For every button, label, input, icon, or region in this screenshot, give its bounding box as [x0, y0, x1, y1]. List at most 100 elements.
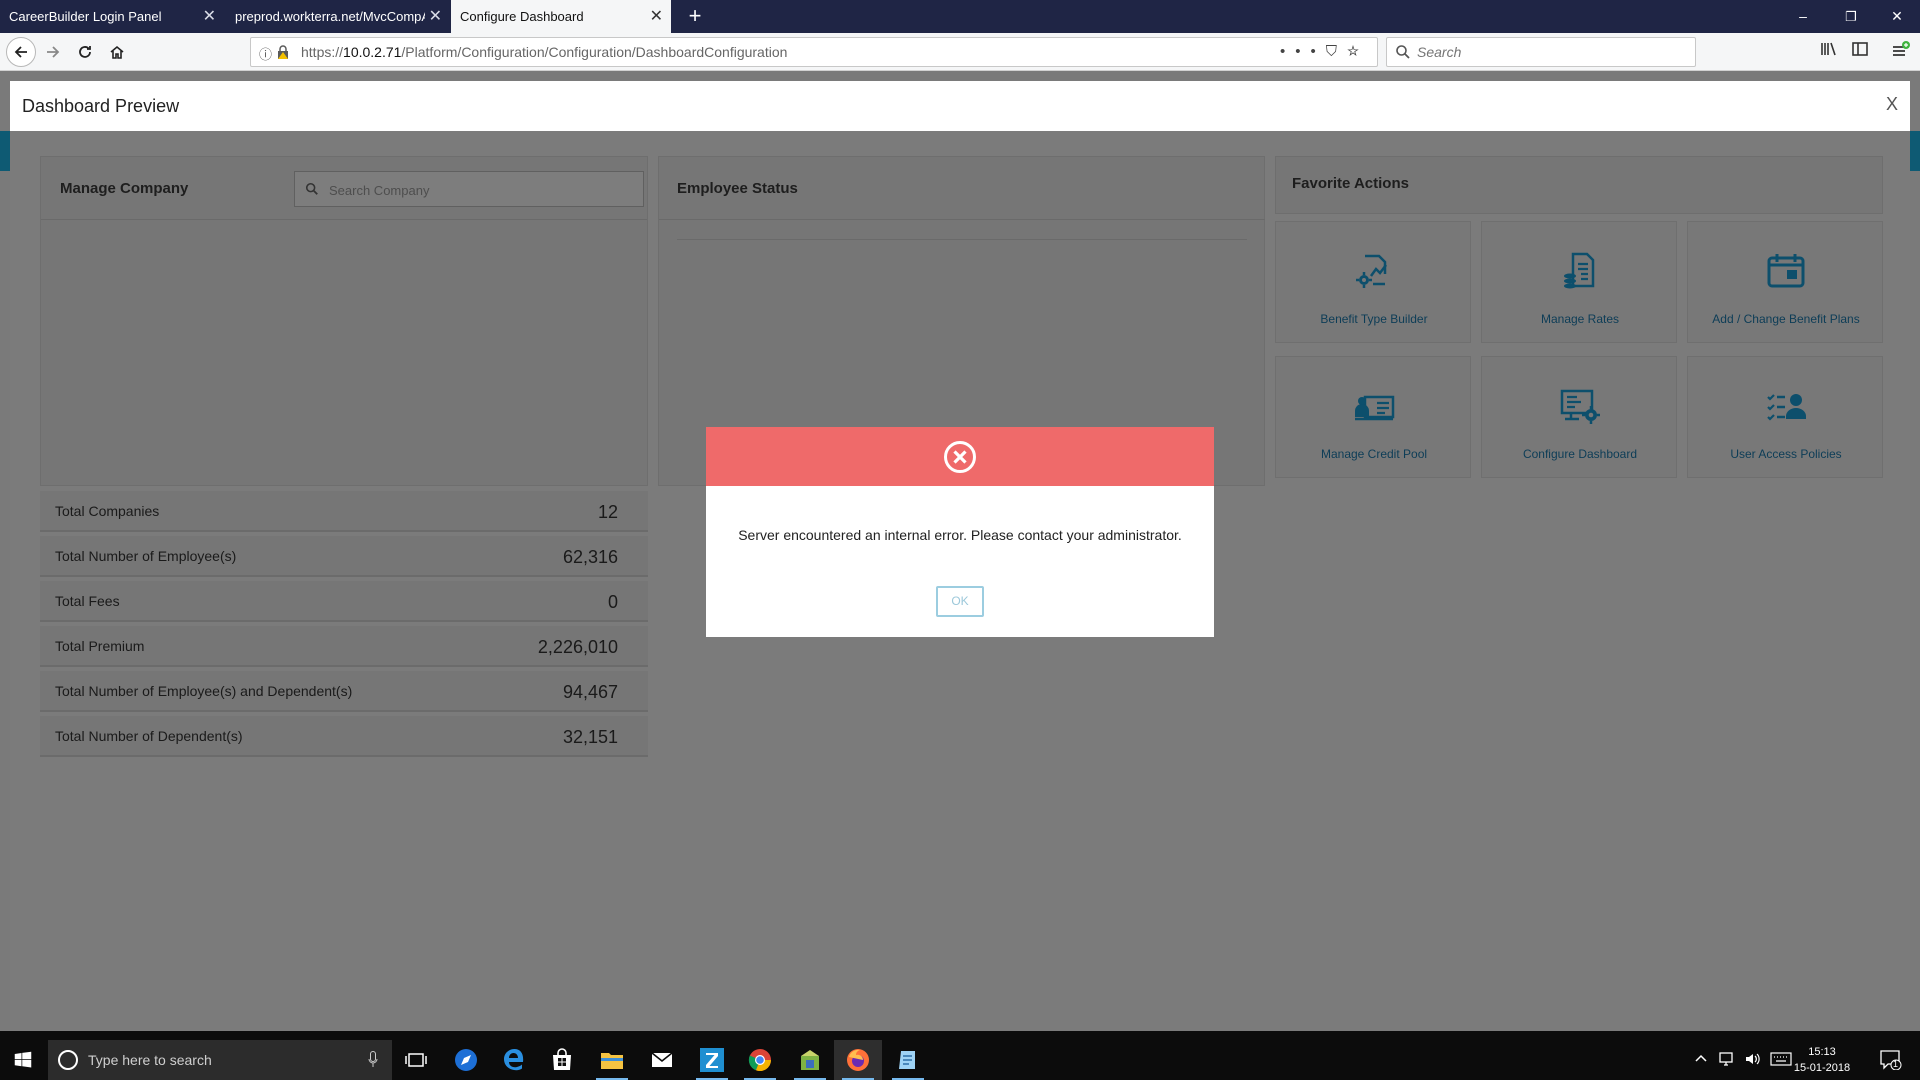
tab-careerbuilder[interactable]: CareerBuilder Login Panel ✕ — [0, 0, 224, 33]
taskbar-app-mail[interactable] — [638, 1040, 686, 1080]
tray-overflow-chevron-icon[interactable] — [1694, 1052, 1708, 1066]
user-access-icon — [1767, 394, 1806, 421]
credit-pool-icon — [1355, 395, 1395, 421]
stat-row-total-dependents: Total Number of Dependent(s) 32,151 — [40, 716, 648, 757]
url-text: https://10.0.2.71/Platform/Configuration… — [301, 38, 787, 66]
taskbar-app-archive[interactable] — [786, 1040, 834, 1080]
start-button[interactable] — [0, 1040, 48, 1080]
clock-date: 15-01-2018 — [1793, 1062, 1851, 1074]
menu-icon[interactable] — [1888, 41, 1912, 63]
forward-button[interactable] — [38, 38, 68, 66]
url-prefix: https:// — [301, 44, 344, 60]
info-icon[interactable]: ⓘ — [259, 44, 272, 63]
browser-nav-bar: ⓘ https://10.0.2.71/Platform/Configurati… — [0, 33, 1920, 71]
stat-value: 2,226,010 — [537, 637, 618, 657]
preview-title: Dashboard Preview — [22, 96, 180, 116]
stat-label: Total Number of Employee(s) and Dependen… — [55, 683, 353, 699]
close-icon[interactable]: ✕ — [650, 0, 663, 33]
divider — [659, 219, 1265, 220]
volume-icon[interactable] — [1744, 1050, 1762, 1071]
taskbar-app-edge[interactable] — [490, 1040, 538, 1080]
error-message: Server encountered an internal error. Pl… — [738, 527, 1182, 543]
taskbar-search[interactable] — [48, 1040, 392, 1080]
search-company-box[interactable] — [294, 171, 644, 207]
taskbar-app-chrome[interactable] — [736, 1040, 784, 1080]
taskbar-app-store[interactable] — [538, 1040, 586, 1080]
browser-search-box[interactable] — [1386, 37, 1696, 67]
back-button[interactable] — [6, 37, 36, 67]
tab-configure-dashboard[interactable]: Configure Dashboard ✕ — [451, 0, 671, 33]
taskbar-clock[interactable]: 15:13 15-01-2018 — [1790, 1044, 1854, 1076]
close-icon[interactable]: ✕ — [429, 0, 442, 33]
window-close-button[interactable]: ✕ — [1874, 0, 1920, 33]
taskbar-app-compass[interactable] — [442, 1040, 490, 1080]
stat-row-total-premium: Total Premium 2,226,010 — [40, 626, 648, 667]
screen: CareerBuilder Login Panel ✕ preprod.work… — [0, 0, 1920, 1080]
search-icon — [1396, 45, 1410, 59]
library-icon[interactable] — [1817, 41, 1841, 63]
taskbar-app-file-explorer[interactable] — [588, 1040, 636, 1080]
taskbar-app-notepad[interactable] — [884, 1040, 932, 1080]
address-bar[interactable]: ⓘ https://10.0.2.71/Platform/Configurati… — [250, 37, 1378, 67]
taskbar-app-z[interactable] — [688, 1040, 736, 1080]
home-button[interactable] — [102, 38, 132, 66]
folder-icon — [601, 1053, 623, 1069]
minimize-button[interactable]: – — [1780, 0, 1826, 33]
tab-workterra[interactable]: preprod.workterra.net/MvcCompAdmin ✕ — [226, 0, 450, 33]
task-view-button[interactable] — [392, 1040, 440, 1080]
microphone-icon[interactable] — [368, 1051, 378, 1068]
favorite-manage-rates[interactable]: Manage Rates — [1481, 221, 1677, 343]
favorite-add-change-benefit-plans[interactable]: Add / Change Benefit Plans — [1687, 221, 1883, 343]
search-icon — [305, 182, 318, 195]
restore-button[interactable]: ❐ — [1828, 0, 1874, 33]
bookmark-star-icon[interactable]: ☆ — [1347, 43, 1369, 60]
favorite-label: Manage Rates — [1540, 312, 1620, 326]
favorite-benefit-type-builder[interactable]: Benefit Type Builder — [1275, 221, 1471, 343]
preview-close-button[interactable]: X — [1886, 81, 1898, 127]
favorite-manage-credit-pool[interactable]: Manage Credit Pool — [1275, 356, 1471, 478]
benefit-type-builder-icon — [1356, 254, 1387, 288]
reload-button[interactable] — [70, 38, 100, 66]
store-icon — [553, 1048, 571, 1070]
notepad-icon — [899, 1051, 915, 1069]
lock-warning-icon[interactable] — [277, 45, 289, 59]
page-actions-menu-icon[interactable]: ••• — [1280, 43, 1326, 60]
stat-row-total-employees-dependents: Total Number of Employee(s) and Dependen… — [40, 671, 648, 712]
pocket-icon[interactable]: ⛉ — [1326, 43, 1347, 60]
task-view-icon — [405, 1053, 427, 1067]
stat-row-total-employees: Total Number of Employee(s) 62,316 — [40, 536, 648, 577]
configure-dashboard-icon — [1560, 389, 1600, 424]
manage-company-title: Manage Company — [60, 180, 189, 197]
new-tab-button[interactable]: + — [681, 0, 709, 33]
notification-icon — [1880, 1050, 1902, 1070]
stat-label: Total Number of Employee(s) — [55, 548, 237, 564]
url-path: /Platform/Configuration/Configuration/Da… — [401, 44, 788, 60]
error-dialog: Server encountered an internal error. Pl… — [706, 427, 1214, 637]
keyboard-icon[interactable] — [1770, 1051, 1792, 1070]
z-app-icon — [700, 1048, 724, 1072]
search-company-input[interactable] — [329, 180, 629, 200]
manage-company-panel: Manage Company — [40, 156, 648, 486]
error-dialog-header — [706, 427, 1214, 486]
browser-search-input[interactable] — [1417, 42, 1677, 62]
error-circle-x-icon — [944, 441, 976, 473]
favorite-label: Configure Dashboard — [1522, 447, 1638, 461]
windows-logo-icon — [14, 1051, 32, 1068]
stat-value: 12 — [597, 502, 618, 522]
network-icon[interactable] — [1718, 1050, 1736, 1071]
home-icon — [110, 45, 124, 59]
close-icon[interactable]: ✕ — [203, 0, 216, 33]
taskbar-app-firefox[interactable] — [834, 1040, 882, 1080]
action-center-button[interactable]: 1 — [1868, 1040, 1908, 1080]
favorite-user-access-policies[interactable]: User Access Policies — [1687, 356, 1883, 478]
sidebar-icon[interactable] — [1848, 41, 1872, 63]
chrome-icon — [748, 1049, 772, 1072]
favorite-label: Add / Change Benefit Plans — [1712, 312, 1860, 326]
compass-icon — [455, 1049, 477, 1071]
stat-value: 32,151 — [562, 727, 618, 747]
ok-button[interactable]: OK — [936, 586, 984, 617]
windows-taskbar: 15:13 15-01-2018 1 — [0, 1040, 1920, 1080]
browser-tab-bar: CareerBuilder Login Panel ✕ preprod.work… — [0, 0, 1920, 33]
taskbar-search-input[interactable] — [88, 1050, 348, 1070]
favorite-configure-dashboard[interactable]: Configure Dashboard — [1481, 356, 1677, 478]
